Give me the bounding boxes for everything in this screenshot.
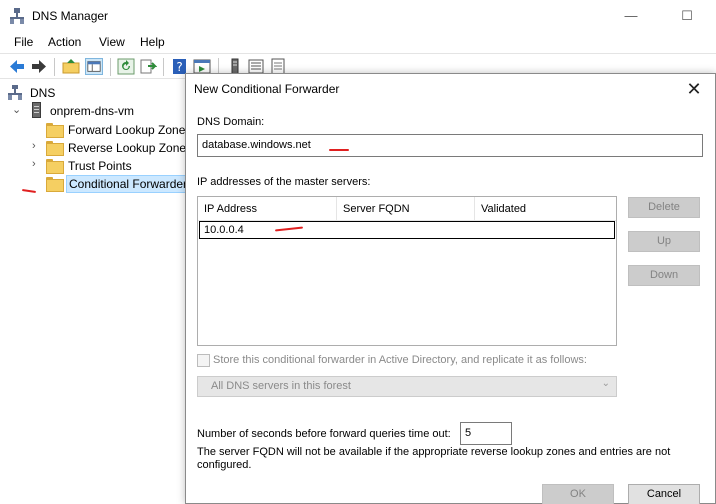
- tree-item-conditional-forwarders[interactable]: Conditional Forwarders: [30, 175, 197, 193]
- folder-icon: [46, 177, 64, 192]
- server-icon: [32, 102, 41, 118]
- dialog-title: New Conditional Forwarder: [194, 82, 340, 96]
- chevron-down-icon: ⌄: [601, 378, 610, 389]
- ip-address-input[interactable]: 10.0.0.4: [199, 221, 615, 239]
- chevron-down-icon[interactable]: ⌄: [12, 103, 21, 116]
- close-icon[interactable]: ✕: [683, 78, 705, 100]
- up-button[interactable]: Up: [628, 231, 700, 252]
- dns-domain-label: DNS Domain:: [197, 116, 265, 128]
- back-arrow-icon[interactable]: [8, 58, 26, 75]
- replication-scope-value: All DNS servers in this forest: [211, 380, 351, 392]
- chevron-right-icon[interactable]: ›: [32, 158, 36, 170]
- list-header: IP Address Server FQDN Validated: [198, 197, 616, 221]
- folder-up-icon[interactable]: [62, 58, 80, 75]
- menu-action[interactable]: Action: [48, 35, 81, 49]
- tree-label-conditional-forwarders: Conditional Forwarders: [66, 175, 197, 193]
- folder-icon: [46, 159, 64, 174]
- ip-address-value: 10.0.0.4: [204, 224, 244, 236]
- store-in-ad-label: Store this conditional forwarder in Acti…: [213, 354, 587, 366]
- chevron-right-icon[interactable]: ›: [32, 140, 36, 152]
- master-servers-list[interactable]: IP Address Server FQDN Validated 10.0.0.…: [197, 196, 617, 346]
- tree-item-reverse-lookup-zones[interactable]: › Reverse Lookup Zones: [30, 139, 193, 157]
- window-title: DNS Manager: [32, 9, 109, 23]
- dns-manager-icon: [10, 8, 24, 24]
- column-validated[interactable]: Validated: [475, 197, 616, 221]
- menu-view[interactable]: View: [99, 35, 125, 49]
- folder-icon: [46, 141, 64, 156]
- timeout-input[interactable]: 5: [460, 422, 512, 445]
- ok-button[interactable]: OK: [542, 484, 614, 504]
- timeout-label: Number of seconds before forward queries…: [197, 428, 451, 440]
- dns-root-icon: [8, 85, 22, 100]
- dns-domain-value: database.windows.net: [202, 139, 311, 151]
- tree-label-forward-lookup-zones: Forward Lookup Zones: [68, 123, 192, 137]
- replication-scope-select[interactable]: All DNS servers in this forest ⌄: [197, 376, 617, 397]
- store-in-ad-checkbox[interactable]: [197, 354, 210, 367]
- svg-text:?: ?: [176, 60, 182, 74]
- export-list-icon[interactable]: [139, 58, 157, 75]
- menu-file[interactable]: File: [14, 35, 33, 49]
- title-bar: DNS Manager — ☐: [0, 0, 716, 32]
- dns-domain-input[interactable]: database.windows.net: [197, 134, 703, 157]
- column-ip-address[interactable]: IP Address: [198, 197, 337, 221]
- tree-label-reverse-lookup-zones: Reverse Lookup Zones: [68, 141, 193, 155]
- folder-icon: [46, 123, 64, 138]
- console-tree: DNS ⌄ onprem-dns-vm Forward Lookup Zones…: [0, 80, 197, 504]
- refresh-icon[interactable]: [117, 58, 135, 75]
- delete-button[interactable]: Delete: [628, 197, 700, 218]
- menu-help[interactable]: Help: [140, 35, 165, 49]
- minimize-button[interactable]: —: [616, 6, 646, 26]
- tree-item-trust-points[interactable]: › Trust Points: [30, 157, 190, 175]
- ip-section-label: IP addresses of the master servers:: [197, 176, 371, 188]
- cancel-button[interactable]: Cancel: [628, 484, 700, 504]
- tree-label-server: onprem-dns-vm: [50, 104, 135, 118]
- column-server-fqdn[interactable]: Server FQDN: [337, 197, 475, 221]
- menu-bar: File Action View Help: [0, 32, 716, 52]
- tree-item-forward-lookup-zones[interactable]: Forward Lookup Zones: [30, 121, 192, 139]
- tree-label-trust-points: Trust Points: [68, 159, 132, 173]
- red-annotation-mark: [329, 149, 349, 151]
- maximize-button[interactable]: ☐: [672, 6, 702, 26]
- fqdn-note: The server FQDN will not be available if…: [197, 446, 671, 471]
- tree-label-dns: DNS: [30, 86, 56, 100]
- down-button[interactable]: Down: [628, 265, 700, 286]
- forward-arrow-icon[interactable]: [30, 58, 48, 75]
- console-tree-icon[interactable]: [85, 58, 103, 75]
- new-conditional-forwarder-dialog: New Conditional Forwarder ✕ DNS Domain: …: [185, 73, 716, 504]
- timeout-value: 5: [465, 427, 472, 439]
